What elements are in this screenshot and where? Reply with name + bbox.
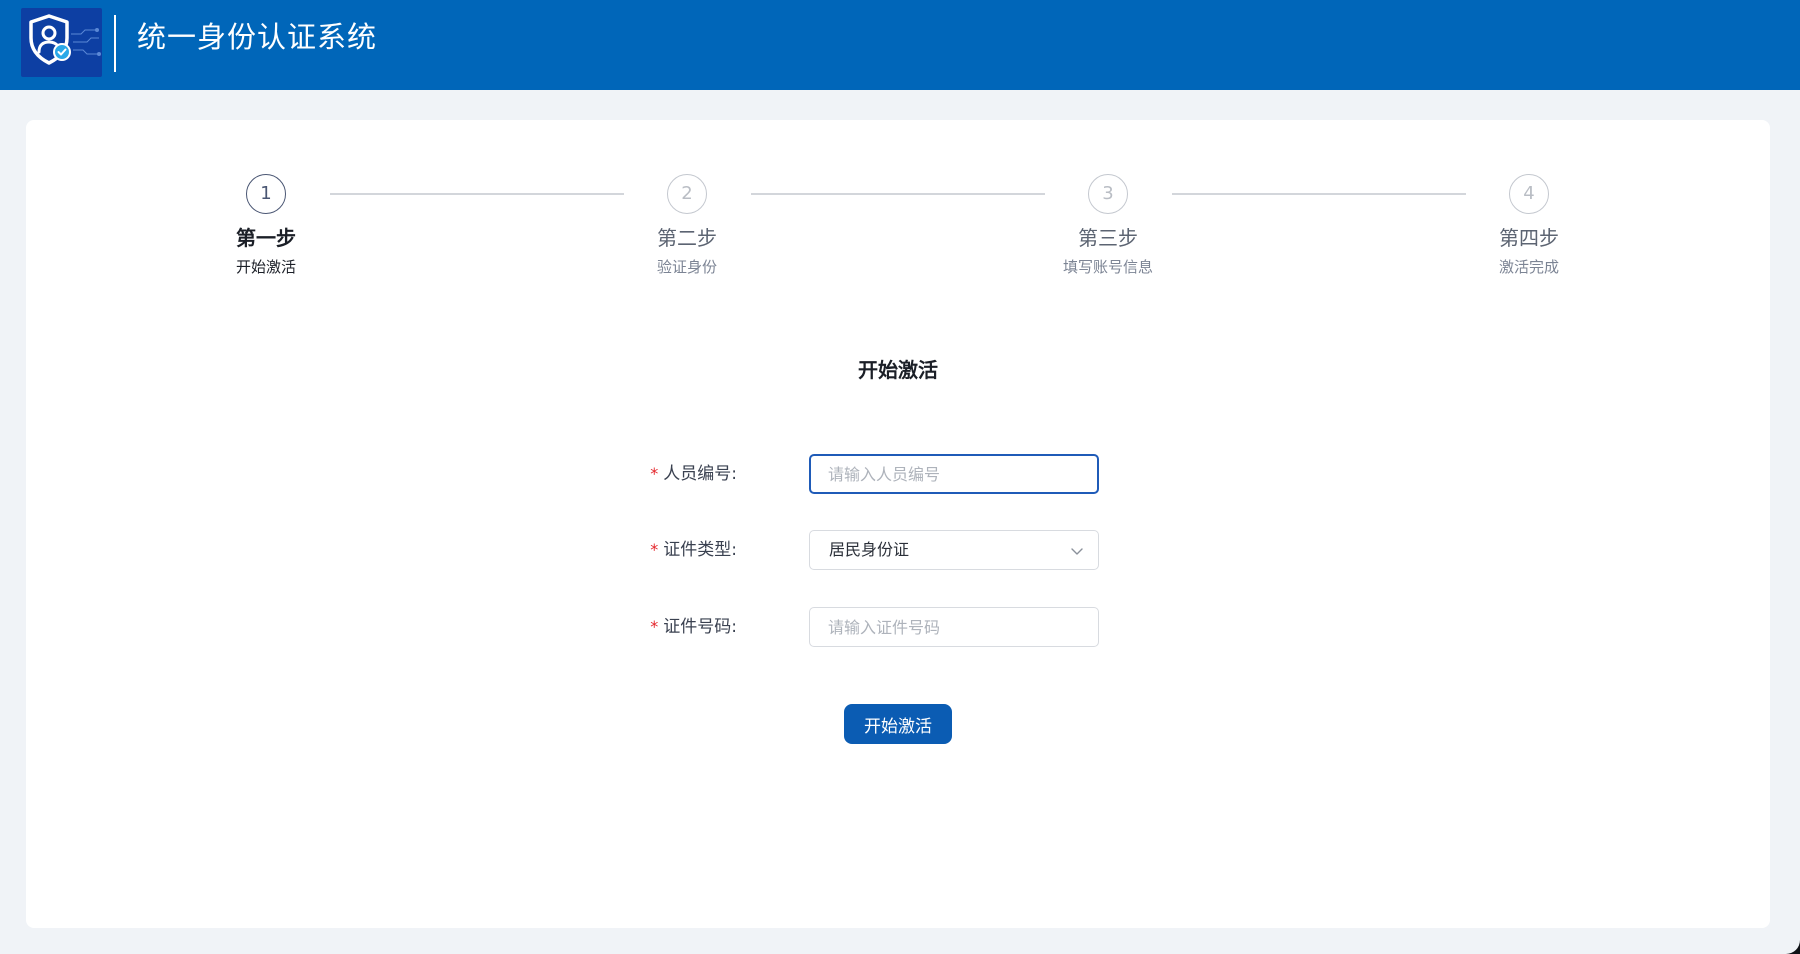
step-title: 第一步	[236, 226, 296, 250]
cert-type-label-text: 证件类型:	[663, 540, 737, 560]
cert-type-select[interactable]: 居民身份证	[809, 530, 1099, 570]
header-divider	[114, 15, 116, 72]
cert-number-label: * 证件号码:	[650, 607, 737, 647]
form-title: 开始激活	[858, 358, 938, 382]
step-description: 验证身份	[656, 258, 717, 276]
start-activation-button[interactable]: 开始激活	[844, 704, 952, 744]
top-header: 统一身份认证系统	[0, 0, 1800, 90]
step-description: 开始激活	[235, 258, 296, 276]
step-3: 3 第三步 填写账号信息	[1038, 174, 1178, 277]
step-connector-2	[751, 193, 1045, 195]
personnel-id-label-text: 人员编号:	[663, 464, 737, 484]
logo	[21, 8, 102, 77]
app-window: 统一身份认证系统 1 第一步 开始激活 2 第二步 验证身份 3 第三步 填写账…	[0, 0, 1800, 954]
step-number-circle: 1	[246, 174, 286, 214]
required-mark: *	[650, 617, 659, 636]
cert-number-input[interactable]	[809, 607, 1099, 647]
step-1: 1 第一步 开始激活	[196, 174, 336, 277]
app-title: 统一身份认证系统	[137, 20, 378, 54]
step-title: 第三步	[1078, 226, 1138, 250]
step-title: 第四步	[1499, 226, 1559, 250]
step-connector-1	[330, 193, 624, 195]
cert-type-selected-value: 居民身份证	[829, 540, 910, 559]
step-number-circle: 4	[1509, 174, 1549, 214]
step-4: 4 第四步 激活完成	[1459, 174, 1599, 277]
personnel-id-row: * 人员编号:	[26, 454, 1770, 494]
personnel-id-label: * 人员编号:	[650, 454, 737, 494]
step-description: 填写账号信息	[1062, 258, 1153, 276]
step-2: 2 第二步 验证身份	[617, 174, 757, 277]
chevron-down-icon	[1071, 548, 1083, 555]
step-number-circle: 3	[1088, 174, 1128, 214]
step-description: 激活完成	[1498, 258, 1559, 276]
required-mark: *	[650, 540, 659, 559]
cert-type-label: * 证件类型:	[650, 530, 737, 570]
step-number-circle: 2	[667, 174, 707, 214]
personnel-id-input[interactable]	[809, 454, 1099, 494]
cert-number-row: * 证件号码:	[26, 607, 1770, 647]
cert-type-row: * 证件类型: 居民身份证	[26, 530, 1770, 570]
step-title: 第二步	[657, 226, 717, 250]
step-connector-3	[1172, 193, 1466, 195]
shield-user-check-icon	[29, 14, 101, 65]
cert-number-label-text: 证件号码:	[663, 617, 737, 637]
activation-card: 1 第一步 开始激活 2 第二步 验证身份 3 第三步 填写账号信息 4 第四步…	[26, 120, 1770, 928]
required-mark: *	[650, 464, 659, 483]
